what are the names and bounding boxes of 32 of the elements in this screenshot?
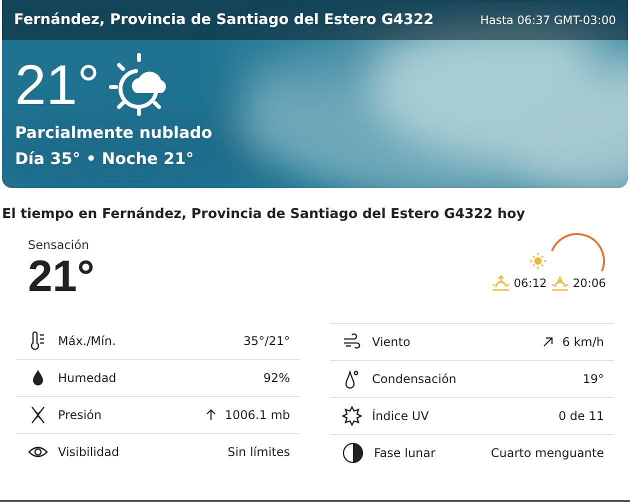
feels-like-label: Sensación	[28, 238, 90, 252]
detail-label: Viento	[372, 335, 412, 349]
detail-label: Máx./Mín.	[58, 334, 117, 348]
wind-direction-arrow-icon	[542, 336, 554, 348]
detail-value: 19°	[582, 372, 604, 386]
detail-label: Índice UV	[372, 409, 430, 423]
detail-value: 1006.1 mb	[224, 408, 290, 422]
day-night-temperatures: Día 35° • Noche 21°	[15, 148, 195, 170]
detail-value: 0 de 11	[558, 409, 604, 423]
detail-value: 35°/21°	[243, 334, 290, 348]
detail-value: 6 km/h	[562, 335, 604, 349]
condition-text: Parcialmente nublado	[15, 122, 214, 144]
detail-label: Humedad	[58, 371, 118, 385]
valid-until-text: Hasta 06:37 GMT-03:00	[480, 13, 616, 27]
sunrise-icon	[492, 275, 510, 291]
section-heading: El tiempo en Fernández, Provincia de Santiago del Estero G4322 hoy	[2, 206, 526, 222]
sunset-icon	[550, 275, 569, 291]
current-temperature: 21°	[15, 52, 100, 116]
detail-label: Condensación	[372, 372, 458, 386]
sunrise-time: 06:12	[514, 276, 547, 290]
detail-value: Cuarto menguante	[490, 446, 604, 460]
location-title: Fernández, Provincia de Santiago del Estero G4322	[14, 12, 434, 28]
feels-like-value: 21°	[28, 252, 95, 302]
detail-label: Fase lunar	[374, 446, 436, 460]
detail-value: 92%	[263, 371, 290, 385]
detail-label: Presión	[58, 408, 103, 422]
moon-phase-icon	[342, 442, 364, 464]
sun-outline-icon	[342, 406, 362, 426]
pressure-rising-arrow-icon	[204, 409, 217, 421]
detail-value: Sin límites	[228, 445, 290, 459]
sunset-time: 20:06	[572, 276, 606, 290]
detail-label: Visibilidad	[58, 445, 120, 459]
